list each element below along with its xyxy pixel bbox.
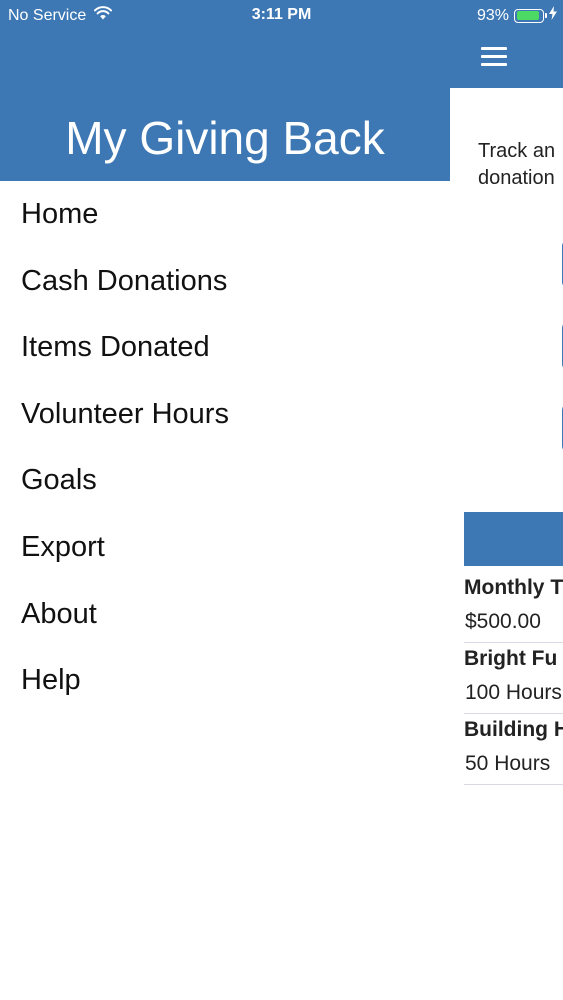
status-right: 93% xyxy=(477,6,557,25)
drawer-menu: Home Cash Donations Items Donated Volunt… xyxy=(0,181,450,714)
drawer-header: My Giving Back xyxy=(0,30,450,181)
goal-title: Building H xyxy=(464,718,563,741)
goal-item: Monthly T $500.00 xyxy=(464,572,563,643)
menu-item-volunteer-hours[interactable]: Volunteer Hours xyxy=(0,381,450,448)
intro-text-line-2: donation xyxy=(478,167,555,189)
goals-banner xyxy=(464,512,563,566)
goal-title: Monthly T xyxy=(464,576,563,599)
intro-text-line-1: Track an xyxy=(478,140,556,162)
battery-percent: 93% xyxy=(476,6,509,24)
side-drawer: My Giving Back Home Cash Donations Items… xyxy=(0,30,450,1000)
goal-title: Bright Fu xyxy=(464,647,558,670)
menu-item-items-donated[interactable]: Items Donated xyxy=(0,314,450,381)
goal-value: $500.00 xyxy=(464,604,563,643)
menu-item-home[interactable]: Home xyxy=(0,181,450,248)
battery-cap xyxy=(545,13,547,18)
battery-fill xyxy=(516,11,539,20)
status-bar: No Service 3:11 PM 93% xyxy=(0,0,563,30)
menu-item-cash-donations[interactable]: Cash Donations xyxy=(0,248,450,315)
hamburger-icon[interactable] xyxy=(481,47,507,67)
menu-item-about[interactable]: About xyxy=(0,581,450,648)
intro-text: Track an donation xyxy=(478,138,563,192)
charging-bolt-icon xyxy=(549,6,557,25)
menu-item-export[interactable]: Export xyxy=(0,514,450,581)
goal-value: 100 Hours xyxy=(464,675,563,714)
app-screen: No Service 3:11 PM 93% Track an donation… xyxy=(0,0,563,1000)
battery-icon xyxy=(514,8,547,23)
drawer-title: My Giving Back xyxy=(65,112,385,164)
main-content: Track an donation Monthly T $500.00 Brig… xyxy=(450,88,563,1000)
goal-value: 50 Hours xyxy=(464,746,563,785)
goal-item: Bright Fu 100 Hours xyxy=(464,643,563,714)
menu-item-help[interactable]: Help xyxy=(0,647,450,714)
menu-item-goals[interactable]: Goals xyxy=(0,447,450,514)
goal-item: Building H 50 Hours xyxy=(464,714,563,785)
